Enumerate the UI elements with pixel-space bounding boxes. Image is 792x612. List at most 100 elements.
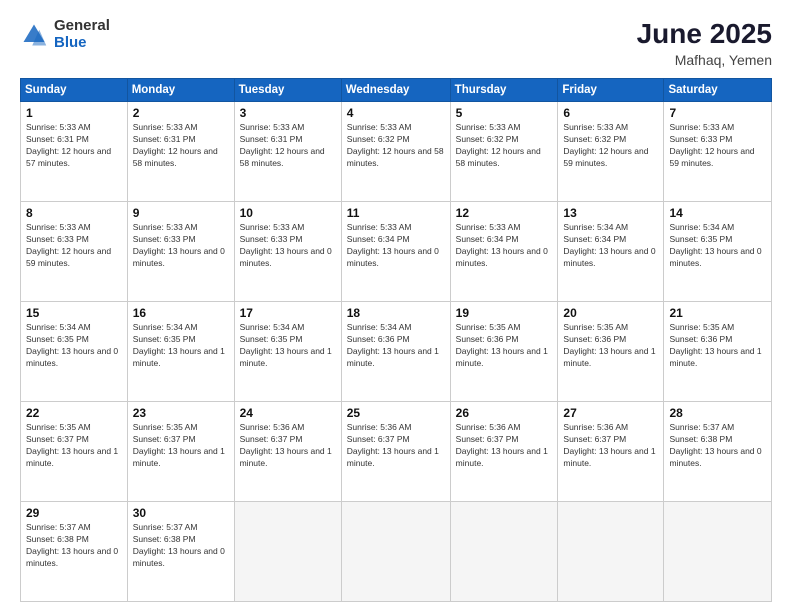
- calendar-day-cell: 30 Sunrise: 5:37 AMSunset: 6:38 PMDayligh…: [127, 502, 234, 602]
- calendar-day-cell: 24 Sunrise: 5:36 AMSunset: 6:37 PMDayligh…: [234, 402, 341, 502]
- calendar-day-cell: 14Sunrise: 5:34 AMSunset: 6:35 PMDayligh…: [664, 202, 772, 302]
- day-number: 3: [240, 106, 336, 120]
- col-friday: Friday: [558, 79, 664, 102]
- calendar-day-cell: 23 Sunrise: 5:35 AMSunset: 6:37 PMDayligh…: [127, 402, 234, 502]
- day-number: 8: [26, 206, 122, 220]
- logo-blue-text: Blue: [54, 35, 110, 52]
- day-number: 16: [133, 306, 229, 320]
- day-number: 2: [133, 106, 229, 120]
- calendar-day-cell: 7 Sunrise: 5:33 AMSunset: 6:33 PMDaylight…: [664, 102, 772, 202]
- day-info: Sunrise: 5:34 AMSunset: 6:36 PMDaylight:…: [347, 322, 445, 370]
- month-year: June 2025: [637, 18, 772, 50]
- calendar-day-cell: 5 Sunrise: 5:33 AMSunset: 6:32 PMDaylight…: [450, 102, 558, 202]
- day-number: 27: [563, 406, 658, 420]
- day-info: Sunrise: 5:36 AMSunset: 6:37 PMDaylight:…: [456, 422, 553, 470]
- day-number: 10: [240, 206, 336, 220]
- calendar-day-cell: 11 Sunrise: 5:33 AMSunset: 6:34 PMDayligh…: [341, 202, 450, 302]
- day-number: 23: [133, 406, 229, 420]
- day-number: 18: [347, 306, 445, 320]
- day-number: 6: [563, 106, 658, 120]
- calendar-header-row: Sunday Monday Tuesday Wednesday Thursday…: [21, 79, 772, 102]
- day-number: 15: [26, 306, 122, 320]
- day-info: Sunrise: 5:33 AMSunset: 6:33 PMDaylight:…: [669, 122, 766, 170]
- day-number: 28: [669, 406, 766, 420]
- calendar-day-cell: 1Sunrise: 5:33 AMSunset: 6:31 PMDaylight…: [21, 102, 128, 202]
- day-number: 29: [26, 506, 122, 520]
- day-number: 5: [456, 106, 553, 120]
- calendar-week-row: 22 Sunrise: 5:35 AMSunset: 6:37 PMDayligh…: [21, 402, 772, 502]
- day-info: Sunrise: 5:33 AMSunset: 6:33 PMDaylight:…: [26, 222, 122, 270]
- title-block: June 2025 Mafhaq, Yemen: [637, 18, 772, 68]
- day-info: Sunrise: 5:33 AMSunset: 6:34 PMDaylight:…: [347, 222, 445, 270]
- day-info: Sunrise: 5:34 AMSunset: 6:34 PMDaylight:…: [563, 222, 658, 270]
- day-number: 1: [26, 106, 122, 120]
- location: Mafhaq, Yemen: [637, 52, 772, 68]
- calendar-week-row: 8 Sunrise: 5:33 AMSunset: 6:33 PMDaylight…: [21, 202, 772, 302]
- calendar-day-cell: 2 Sunrise: 5:33 AMSunset: 6:31 PMDaylight…: [127, 102, 234, 202]
- calendar-table: Sunday Monday Tuesday Wednesday Thursday…: [20, 78, 772, 602]
- day-info: Sunrise: 5:34 AMSunset: 6:35 PMDaylight:…: [669, 222, 766, 270]
- day-number: 21: [669, 306, 766, 320]
- day-number: 11: [347, 206, 445, 220]
- calendar-day-cell: 13 Sunrise: 5:34 AMSunset: 6:34 PMDayligh…: [558, 202, 664, 302]
- logo-general-text: General: [54, 18, 110, 35]
- day-number: 30: [133, 506, 229, 520]
- page: General Blue June 2025 Mafhaq, Yemen Sun…: [0, 0, 792, 612]
- calendar-day-cell: 3 Sunrise: 5:33 AMSunset: 6:31 PMDaylight…: [234, 102, 341, 202]
- day-number: 25: [347, 406, 445, 420]
- day-info: Sunrise: 5:33 AMSunset: 6:31 PMDaylight:…: [133, 122, 229, 170]
- col-saturday: Saturday: [664, 79, 772, 102]
- day-info: Sunrise: 5:33 AMSunset: 6:31 PMDaylight:…: [240, 122, 336, 170]
- day-info: Sunrise: 5:33 AMSunset: 6:34 PMDaylight:…: [456, 222, 553, 270]
- day-info: Sunrise: 5:34 AMSunset: 6:35 PMDaylight:…: [133, 322, 229, 370]
- day-info: Sunrise: 5:35 AMSunset: 6:37 PMDaylight:…: [26, 422, 122, 470]
- calendar-day-cell: [450, 502, 558, 602]
- calendar-week-row: 1 Sunrise: 5:33 AMSunset: 6:31 PMDaylight…: [21, 102, 772, 202]
- calendar-day-cell: 10 Sunrise: 5:33 AMSunset: 6:33 PMDayligh…: [234, 202, 341, 302]
- calendar-day-cell: 29Sunrise: 5:37 AMSunset: 6:38 PMDayligh…: [21, 502, 128, 602]
- day-info: Sunrise: 5:35 AMSunset: 6:36 PMDaylight:…: [456, 322, 553, 370]
- calendar-day-cell: 25Sunrise: 5:36 AMSunset: 6:37 PMDayligh…: [341, 402, 450, 502]
- calendar: Sunday Monday Tuesday Wednesday Thursday…: [20, 78, 772, 602]
- day-info: Sunrise: 5:33 AMSunset: 6:33 PMDaylight:…: [133, 222, 229, 270]
- day-info: Sunrise: 5:33 AMSunset: 6:33 PMDaylight:…: [240, 222, 336, 270]
- day-number: 9: [133, 206, 229, 220]
- calendar-day-cell: 6 Sunrise: 5:33 AMSunset: 6:32 PMDaylight…: [558, 102, 664, 202]
- day-info: Sunrise: 5:37 AMSunset: 6:38 PMDaylight:…: [133, 522, 229, 570]
- day-info: Sunrise: 5:34 AMSunset: 6:35 PMDaylight:…: [240, 322, 336, 370]
- day-number: 13: [563, 206, 658, 220]
- calendar-day-cell: 8 Sunrise: 5:33 AMSunset: 6:33 PMDaylight…: [21, 202, 128, 302]
- calendar-day-cell: 9 Sunrise: 5:33 AMSunset: 6:33 PMDaylight…: [127, 202, 234, 302]
- logo-icon: [20, 21, 48, 49]
- day-number: 24: [240, 406, 336, 420]
- col-wednesday: Wednesday: [341, 79, 450, 102]
- day-number: 17: [240, 306, 336, 320]
- day-info: Sunrise: 5:33 AMSunset: 6:32 PMDaylight:…: [456, 122, 553, 170]
- logo: General Blue: [20, 18, 110, 51]
- day-info: Sunrise: 5:36 AMSunset: 6:37 PMDaylight:…: [240, 422, 336, 470]
- day-info: Sunrise: 5:33 AMSunset: 6:32 PMDaylight:…: [563, 122, 658, 170]
- calendar-day-cell: 20Sunrise: 5:35 AMSunset: 6:36 PMDayligh…: [558, 302, 664, 402]
- calendar-day-cell: [341, 502, 450, 602]
- col-sunday: Sunday: [21, 79, 128, 102]
- calendar-day-cell: 21 Sunrise: 5:35 AMSunset: 6:36 PMDayligh…: [664, 302, 772, 402]
- calendar-day-cell: [234, 502, 341, 602]
- calendar-day-cell: 19Sunrise: 5:35 AMSunset: 6:36 PMDayligh…: [450, 302, 558, 402]
- logo-text: General Blue: [54, 18, 110, 51]
- day-number: 22: [26, 406, 122, 420]
- calendar-week-row: 15 Sunrise: 5:34 AMSunset: 6:35 PMDayligh…: [21, 302, 772, 402]
- calendar-day-cell: [558, 502, 664, 602]
- day-info: Sunrise: 5:37 AMSunset: 6:38 PMDaylight:…: [669, 422, 766, 470]
- day-number: 12: [456, 206, 553, 220]
- calendar-day-cell: 17 Sunrise: 5:34 AMSunset: 6:35 PMDayligh…: [234, 302, 341, 402]
- calendar-day-cell: 22 Sunrise: 5:35 AMSunset: 6:37 PMDayligh…: [21, 402, 128, 502]
- day-number: 7: [669, 106, 766, 120]
- day-info: Sunrise: 5:33 AMSunset: 6:32 PMDaylight:…: [347, 122, 445, 170]
- day-info: Sunrise: 5:35 AMSunset: 6:37 PMDaylight:…: [133, 422, 229, 470]
- day-info: Sunrise: 5:35 AMSunset: 6:36 PMDaylight:…: [669, 322, 766, 370]
- calendar-day-cell: 12 Sunrise: 5:33 AMSunset: 6:34 PMDayligh…: [450, 202, 558, 302]
- col-thursday: Thursday: [450, 79, 558, 102]
- calendar-day-cell: 27Sunrise: 5:36 AMSunset: 6:37 PMDayligh…: [558, 402, 664, 502]
- calendar-week-row: 29 Sunrise: 5:37 AMSunset: 6:38 PMDayligh…: [21, 502, 772, 602]
- calendar-day-cell: 18 Sunrise: 5:34 AMSunset: 6:36 PMDayligh…: [341, 302, 450, 402]
